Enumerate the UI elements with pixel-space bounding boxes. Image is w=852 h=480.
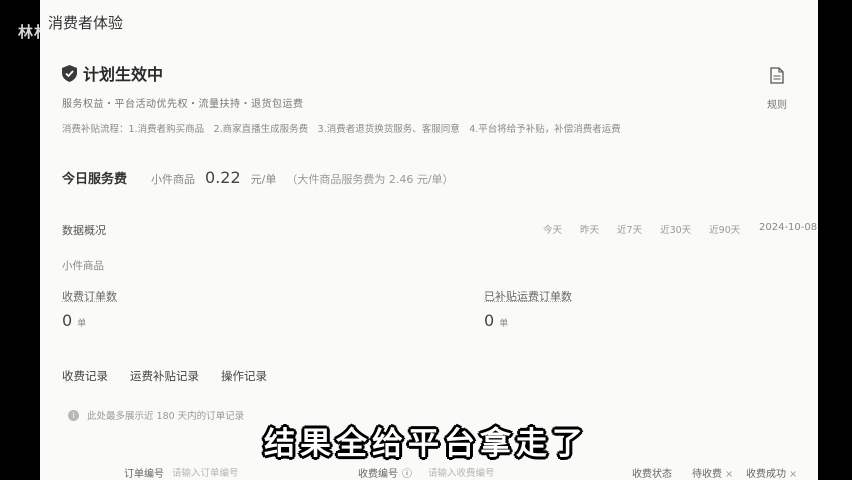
fee-unit: 元/单 (250, 173, 277, 186)
service-benefits: 服务权益・平台活动优先权・流量扶持・退货包运费 (62, 99, 304, 110)
category-label: 小件商品 (62, 260, 104, 272)
subsidy-process: 消费补贴流程：1.消费者购买商品 2.商家直播生成服务费 3.消费者退货换货服务… (62, 124, 621, 135)
charge-no-input[interactable]: 请输入收费编号 (428, 465, 495, 479)
tab-shipping-subsidy-records[interactable]: 运费补贴记录 (130, 368, 199, 384)
charged-orders-label: 收费订单数 (62, 290, 117, 303)
subsidized-orders-label: 已补贴运费订单数 (484, 290, 572, 303)
fee-note: （大件商品服务费为 2.46 元/单） (286, 173, 454, 186)
range-option[interactable]: 近7天 (617, 222, 642, 236)
status-tag-pending[interactable]: 待收费 × (692, 465, 733, 480)
close-icon[interactable]: × (789, 469, 797, 480)
charge-no-label: 收费编号 (358, 469, 398, 480)
metric-number: 0 (62, 311, 73, 330)
tab-charge-records[interactable]: 收费记录 (62, 368, 108, 384)
status-tag-label: 收费成功 (746, 469, 786, 480)
range-option[interactable]: 近90天 (709, 222, 740, 236)
tab-operation-records[interactable]: 操作记录 (221, 368, 267, 384)
range-option[interactable]: 昨天 (580, 222, 599, 236)
plan-status-text: 计划生效中 (83, 65, 164, 84)
plan-status: 计划生效中 (62, 61, 163, 85)
video-subtitle: 结果全给平台拿走了 (264, 426, 588, 462)
charged-orders-value: 0 单 (62, 311, 86, 330)
main-panel: 消费者体验 计划生效中 规则 服务权益・平台活动优先权・流量扶持・退货包运费 消… (40, 0, 818, 480)
data-overview-title: 数据概况 (62, 224, 106, 237)
record-tabs: 收费记录 运费补贴记录 操作记录 (62, 368, 267, 384)
status-tag-label: 待收费 (692, 469, 722, 480)
fee-item-type: 小件商品 (151, 173, 196, 186)
charge-status-label: 收费状态 (632, 469, 672, 480)
close-icon[interactable]: × (725, 469, 733, 480)
page-title: 消费者体验 (48, 14, 124, 32)
range-option[interactable]: 今天 (543, 222, 562, 236)
help-icon[interactable]: ⓘ (402, 465, 412, 480)
metric-number: 0 (484, 311, 495, 330)
date-range-selector: 今天 昨天 近7天 近30天 近90天 (543, 222, 740, 236)
shield-check-icon (62, 64, 77, 82)
metric-unit: 单 (77, 319, 87, 329)
document-icon[interactable] (770, 67, 784, 84)
subsidized-orders-value: 0 单 (484, 311, 508, 330)
fee-value: 0.22 (205, 168, 241, 187)
order-no-label: 订单编号 (124, 469, 164, 480)
rules-link[interactable]: 规则 (767, 96, 787, 111)
metric-unit: 单 (499, 319, 509, 329)
status-tag-success[interactable]: 收费成功 × (746, 465, 797, 480)
today-fee-label: 今日服务费 (62, 172, 128, 187)
date-display[interactable]: 2024-10-08 (759, 222, 817, 233)
range-option[interactable]: 近30天 (660, 222, 691, 236)
order-no-input[interactable]: 请输入订单编号 (172, 465, 239, 479)
today-fee-row: 今日服务费 小件商品 0.22 元/单 （大件商品服务费为 2.46 元/单） (62, 168, 454, 187)
